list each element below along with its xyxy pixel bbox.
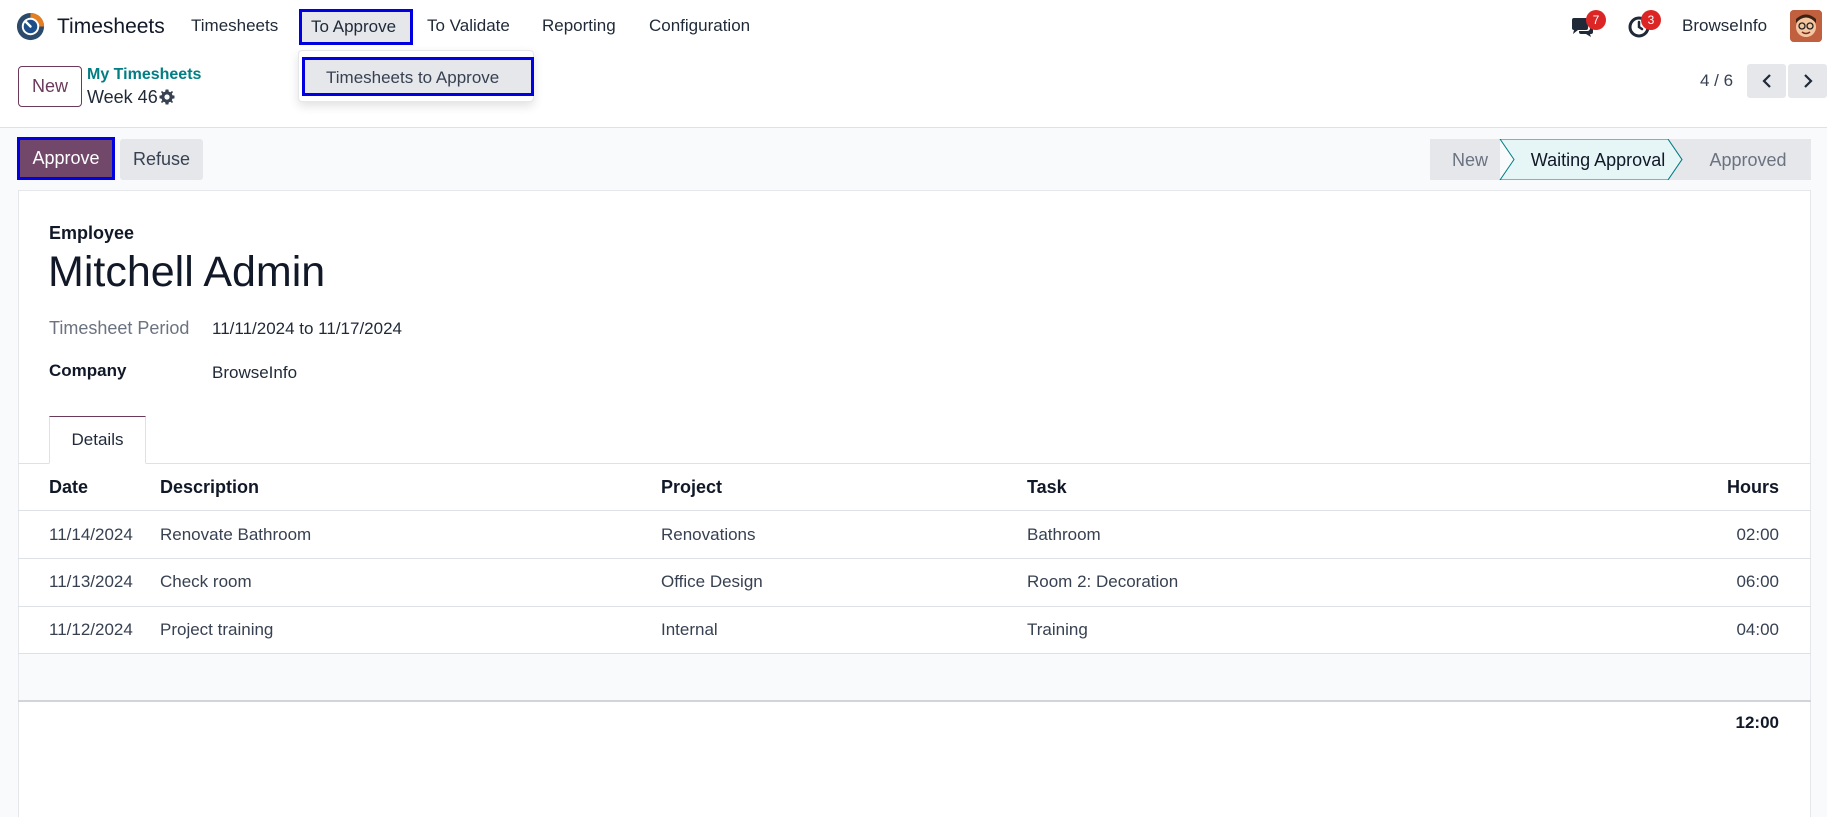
menu-to-validate[interactable]: To Validate [427, 16, 510, 36]
tab-divider [18, 463, 1811, 464]
pager-previous-button[interactable] [1747, 64, 1786, 98]
employee-name[interactable]: Mitchell Admin [48, 248, 325, 297]
chat-badge: 7 [1586, 10, 1606, 30]
row-divider [18, 606, 1811, 607]
company-label: Company [49, 361, 127, 380]
cell-date: 11/14/2024 [49, 525, 133, 544]
row-divider [18, 558, 1811, 559]
cell-hours: 02:00 [1736, 525, 1779, 544]
menu-reporting[interactable]: Reporting [542, 16, 616, 36]
cell-project: Internal [661, 620, 718, 639]
column-header-project[interactable]: Project [661, 477, 722, 498]
cell-description: Check room [160, 572, 252, 591]
cell-project: Renovations [661, 525, 756, 544]
column-header-task[interactable]: Task [1027, 477, 1067, 498]
pager-value[interactable]: 4 / 6 [1700, 71, 1733, 91]
breadcrumb-my-timesheets[interactable]: My Timesheets [87, 66, 201, 84]
cell-date: 11/12/2024 [49, 620, 133, 639]
approve-button[interactable]: Approve [17, 137, 115, 180]
stage-new[interactable]: New [1430, 139, 1500, 180]
hours-total: 12:00 [1735, 713, 1779, 732]
cell-task: Bathroom [1027, 525, 1101, 544]
empty-table-row [19, 654, 1810, 700]
chevron-right-icon [1803, 74, 1813, 88]
stage-waiting-approval: Waiting Approval [1499, 139, 1683, 180]
company-switcher[interactable]: BrowseInfo [1682, 16, 1767, 36]
activity-badge: 3 [1641, 10, 1661, 30]
header-divider [18, 510, 1811, 511]
menu-to-approve[interactable]: To Approve [299, 9, 413, 45]
menu-configuration[interactable]: Configuration [649, 16, 750, 36]
table-footer-divider [18, 700, 1811, 702]
user-avatar[interactable] [1790, 10, 1822, 42]
app-name[interactable]: Timesheets [57, 15, 165, 39]
top-navbar: Timesheets Timesheets To Approve To Vali… [0, 0, 1827, 54]
menu-timesheets[interactable]: Timesheets [191, 16, 278, 36]
tab-details[interactable]: Details [49, 416, 146, 464]
column-header-date[interactable]: Date [49, 477, 88, 498]
avatar-face-icon [1790, 10, 1822, 42]
stage-approved[interactable]: Approved [1667, 139, 1811, 180]
pager-next-button[interactable] [1788, 64, 1827, 98]
status-bar: New Waiting Approval Approved [1430, 139, 1811, 180]
timesheet-period-label: Timesheet Period [49, 318, 190, 338]
refuse-button[interactable]: Refuse [120, 139, 203, 180]
svg-text:New: New [1452, 150, 1489, 170]
chevron-left-icon [1761, 74, 1771, 88]
app-logo-icon[interactable] [15, 11, 46, 42]
cell-project: Office Design [661, 572, 763, 591]
employee-label: Employee [49, 223, 135, 243]
dropdown-item-timesheets-to-approve[interactable]: Timesheets to Approve [302, 57, 534, 96]
to-approve-dropdown: Timesheets to Approve [298, 50, 534, 102]
timesheet-period-value[interactable]: 11/11/2024 to 11/17/2024 [212, 319, 402, 339]
record-title: Week 46 [87, 87, 158, 107]
svg-text:Waiting Approval: Waiting Approval [1531, 150, 1665, 170]
gear-icon[interactable] [159, 89, 175, 105]
cell-task: Room 2: Decoration [1027, 572, 1179, 591]
cell-description: Project training [160, 620, 274, 639]
cell-description: Renovate Bathroom [160, 525, 312, 544]
cell-date: 11/13/2024 [49, 572, 133, 591]
cell-hours: 04:00 [1736, 620, 1779, 639]
cell-task: Training [1027, 620, 1088, 639]
control-panel-divider [0, 127, 1827, 128]
column-header-description[interactable]: Description [160, 477, 259, 498]
svg-text:Approved: Approved [1709, 150, 1786, 170]
cell-hours: 06:00 [1736, 572, 1779, 591]
column-header-hours[interactable]: Hours [1727, 477, 1779, 498]
new-button[interactable]: New [18, 66, 82, 107]
company-value[interactable]: BrowseInfo [212, 363, 297, 383]
